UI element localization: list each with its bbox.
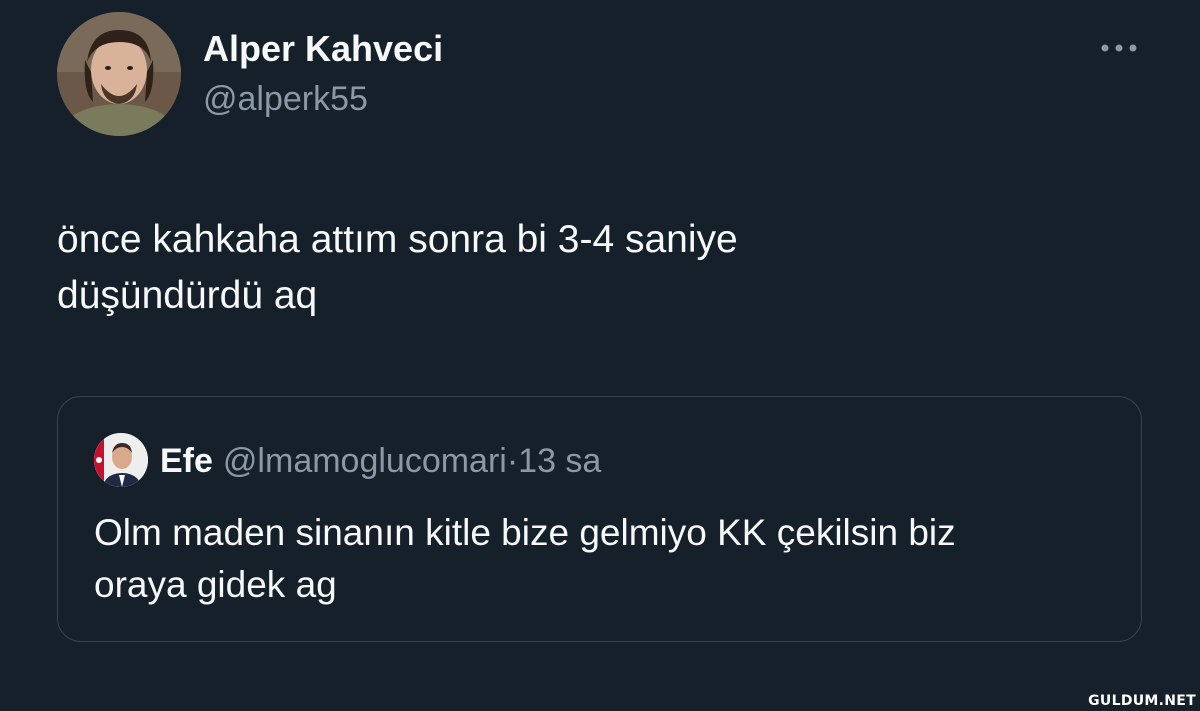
tweet-text-line: düşündürdü aq — [57, 274, 318, 317]
separator-dot: · — [506, 442, 519, 480]
author-avatar-image — [57, 12, 181, 136]
tweet-card: Alper Kahveci @alperk55 önce kahkaha att… — [0, 0, 1200, 711]
quoted-text-line: Olm maden sinanın kitle bize gelmiyo KK … — [94, 512, 956, 553]
author-avatar[interactable] — [57, 12, 181, 136]
quoted-tweet-text: Olm maden sinanın kitle bize gelmiyo KK … — [94, 507, 1114, 611]
quoted-author-handle[interactable]: @lmamoglucomari — [223, 442, 507, 480]
tweet-text-line: önce kahkaha attım sonra bi 3-4 saniye — [57, 218, 738, 261]
more-options-icon[interactable] — [1097, 38, 1141, 58]
tweet-text: önce kahkaha attım sonra bi 3-4 saniye d… — [57, 212, 1137, 324]
author-name[interactable]: Alper Kahveci — [203, 28, 443, 70]
quoted-text-line: oraya gidek ag — [94, 564, 337, 605]
quoted-tweet-header: Efe @lmamoglucomari·13 sa — [160, 441, 601, 481]
quoted-author-name[interactable]: Efe — [160, 442, 213, 480]
author-handle[interactable]: @alperk55 — [203, 80, 368, 119]
quoted-tweet-time[interactable]: 13 sa — [518, 442, 601, 480]
watermark: GULDUM.NET — [1088, 693, 1196, 709]
quoted-tweet[interactable]: Efe @lmamoglucomari·13 sa Olm maden sinan… — [57, 396, 1142, 642]
quoted-author-avatar[interactable] — [94, 433, 148, 487]
quoted-avatar-image — [94, 433, 148, 487]
